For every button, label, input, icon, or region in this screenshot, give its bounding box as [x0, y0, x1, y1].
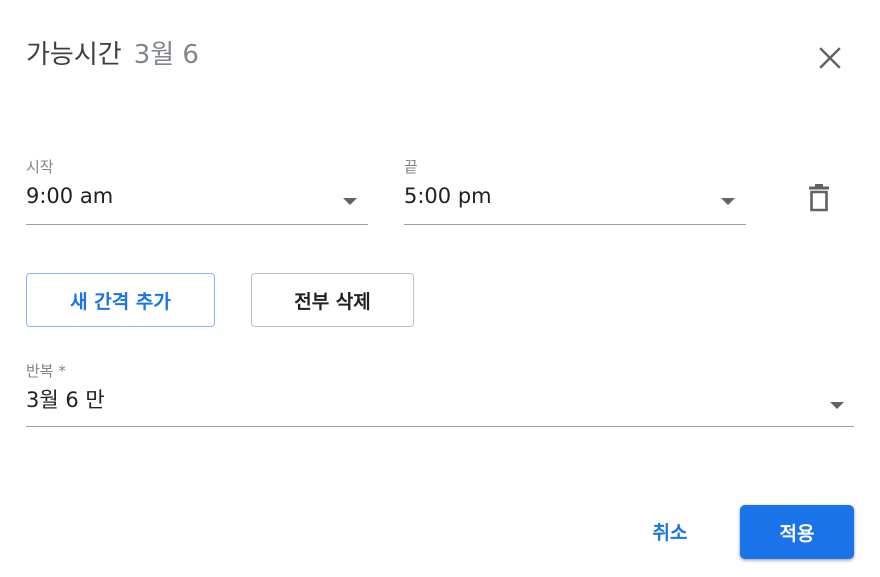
dropdown-arrow-icon [343, 198, 357, 205]
delete-interval-button[interactable] [804, 182, 834, 214]
start-time-value: 9:00 am [26, 184, 114, 208]
start-time-select[interactable]: 시작 9:00 am [26, 156, 368, 225]
availability-dialog: 가능시간 3월 6 시작 9:00 am 끝 5:00 pm 새 간격 추가 전… [0, 0, 880, 577]
end-time-value: 5:00 pm [404, 184, 492, 208]
repeat-label: 반복 * [26, 362, 66, 380]
trash-icon [809, 184, 829, 212]
repeat-select[interactable]: 반복 * 3월 6 만 [26, 360, 854, 427]
end-time-label: 끝 [404, 158, 418, 176]
dialog-header: 가능시간 3월 6 [26, 34, 199, 71]
add-interval-button[interactable]: 새 간격 추가 [26, 273, 215, 327]
dialog-title: 가능시간 [26, 40, 122, 70]
dropdown-arrow-icon [721, 198, 735, 205]
dialog-date: 3월 6 [133, 40, 199, 70]
apply-button[interactable]: 적용 [740, 505, 854, 559]
repeat-value: 3월 6 만 [26, 388, 105, 412]
close-button[interactable] [814, 42, 846, 74]
start-time-label: 시작 [26, 158, 54, 176]
delete-all-button[interactable]: 전부 삭제 [251, 273, 414, 327]
cancel-button[interactable]: 취소 [630, 506, 710, 556]
end-time-select[interactable]: 끝 5:00 pm [404, 156, 746, 225]
dropdown-arrow-icon [830, 402, 844, 409]
close-icon [819, 47, 841, 69]
